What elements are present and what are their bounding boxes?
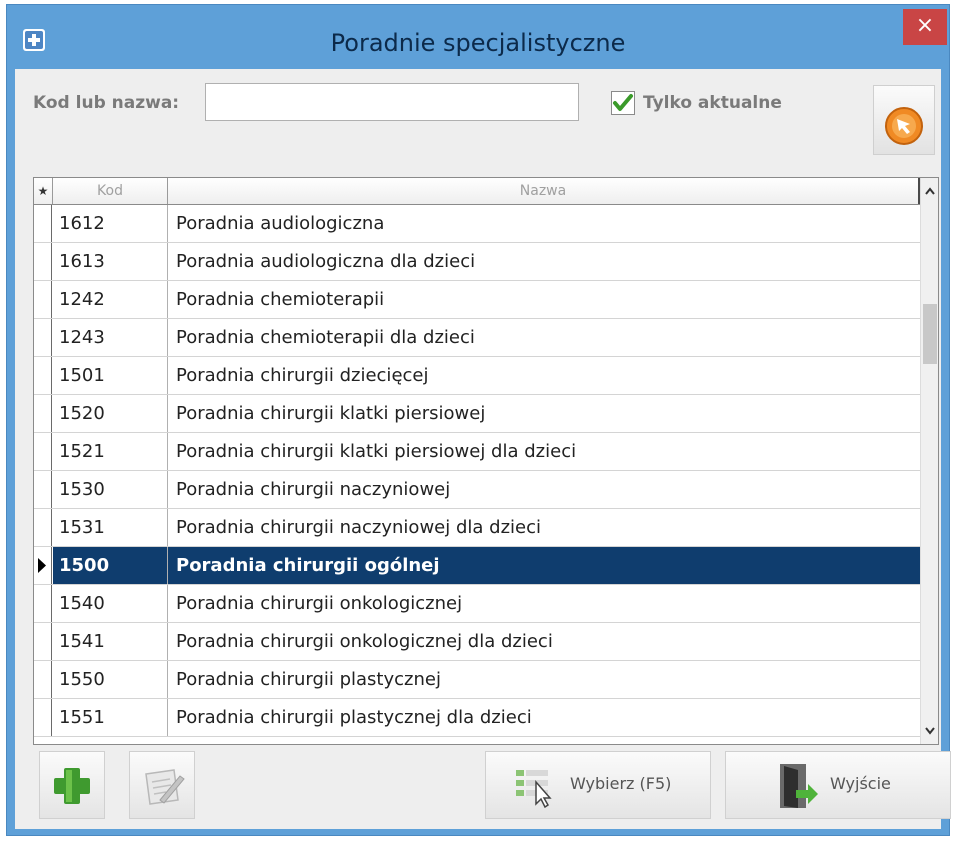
search-input[interactable] bbox=[205, 83, 579, 121]
cell-kod: 1551 bbox=[53, 699, 168, 736]
table-row[interactable]: 1551 Poradnia chirurgii plastycznej dla … bbox=[34, 699, 920, 737]
select-list-icon bbox=[516, 770, 552, 808]
scroll-thumb[interactable] bbox=[923, 304, 937, 364]
edit-button[interactable] bbox=[129, 751, 195, 819]
cell-nazwa: Poradnia chemioterapii bbox=[176, 289, 385, 310]
cell-kod: 1612 bbox=[53, 205, 168, 242]
row-indicator bbox=[34, 319, 52, 356]
cell-nazwa: Poradnia chemioterapii dla dzieci bbox=[176, 327, 475, 348]
cell-kod: 1243 bbox=[53, 319, 168, 356]
table-row-selected[interactable]: 1500 Poradnia chirurgii ogólnej bbox=[34, 547, 920, 585]
orange-cursor-icon bbox=[885, 107, 923, 145]
table-row[interactable]: 1613 Poradnia audiologiczna dla dzieci bbox=[34, 243, 920, 281]
cell-nazwa: Poradnia chirurgii plastycznej bbox=[176, 669, 441, 690]
cell-nazwa: Poradnia chirurgii onkologicznej dla dzi… bbox=[176, 631, 553, 652]
scroll-up-button[interactable] bbox=[921, 178, 938, 204]
cell-nazwa: Poradnia chirurgii plastycznej dla dziec… bbox=[176, 707, 532, 728]
cell-nazwa: Poradnia audiologiczna dla dzieci bbox=[176, 251, 476, 272]
column-header-kod[interactable]: Kod bbox=[53, 178, 168, 204]
dialog-body: Kod lub nazwa: Tylko aktualne ★ Kod Nazw… bbox=[15, 69, 951, 829]
table-row[interactable]: 1520 Poradnia chirurgii klatki piersiowe… bbox=[34, 395, 920, 433]
cell-nazwa: Poradnia chirurgii ogólnej bbox=[168, 547, 920, 584]
row-indicator bbox=[34, 243, 52, 280]
table-row[interactable]: 1531 Poradnia chirurgii naczyniowej dla … bbox=[34, 509, 920, 547]
checkmark-icon bbox=[613, 94, 633, 111]
chevron-down-icon bbox=[925, 727, 935, 735]
exit-button-label: Wyjście bbox=[830, 774, 891, 793]
table-row[interactable]: 1521 Poradnia chirurgii klatki piersiowe… bbox=[34, 433, 920, 471]
row-indicator bbox=[34, 433, 52, 470]
vertical-scrollbar[interactable] bbox=[920, 178, 938, 744]
column-header-nazwa[interactable]: Nazwa bbox=[168, 178, 920, 204]
select-button[interactable]: Wybierz (F5) bbox=[485, 751, 711, 819]
header-star: ★ bbox=[34, 178, 53, 204]
cell-nazwa: Poradnia chirurgii naczyniowej bbox=[176, 479, 451, 500]
window-title: Poradnie specjalistyczne bbox=[330, 29, 626, 57]
table-row[interactable]: 1242 Poradnia chemioterapii bbox=[34, 281, 920, 319]
row-indicator bbox=[34, 205, 52, 242]
cell-kod: 1531 bbox=[53, 509, 168, 546]
close-icon: × bbox=[915, 13, 935, 38]
table-row[interactable]: 1243 Poradnia chemioterapii dla dzieci bbox=[34, 319, 920, 357]
row-indicator bbox=[34, 661, 52, 698]
cell-nazwa: Poradnia audiologiczna bbox=[176, 213, 385, 234]
row-indicator bbox=[34, 395, 52, 432]
cell-nazwa: Poradnia chirurgii onkologicznej bbox=[176, 593, 463, 614]
row-indicator bbox=[34, 699, 52, 736]
scroll-down-button[interactable] bbox=[921, 718, 938, 744]
select-button-label: Wybierz (F5) bbox=[570, 774, 672, 793]
cell-kod: 1541 bbox=[53, 623, 168, 660]
only-current-checkbox[interactable] bbox=[611, 91, 635, 115]
cell-kod: 1530 bbox=[53, 471, 168, 508]
table-row[interactable]: 1550 Poradnia chirurgii plastycznej bbox=[34, 661, 920, 699]
row-indicator bbox=[34, 547, 52, 584]
row-indicator bbox=[34, 509, 52, 546]
exit-door-icon bbox=[780, 764, 818, 808]
current-row-arrow-icon bbox=[38, 558, 46, 573]
row-indicator bbox=[34, 471, 52, 508]
exit-button[interactable]: Wyjście bbox=[725, 751, 951, 819]
table-row[interactable]: 1501 Poradnia chirurgii dziecięcej bbox=[34, 357, 920, 395]
green-plus-icon bbox=[54, 768, 90, 804]
cell-kod: 1500 bbox=[53, 547, 168, 584]
cell-nazwa: Poradnia chirurgii dziecięcej bbox=[176, 365, 429, 386]
cell-kod: 1242 bbox=[53, 281, 168, 318]
row-indicator bbox=[34, 281, 52, 318]
only-current-label: Tylko aktualne bbox=[643, 93, 782, 113]
close-button[interactable]: × bbox=[903, 9, 947, 45]
edit-document-icon bbox=[145, 769, 185, 805]
row-indicator bbox=[34, 623, 52, 660]
cell-kod: 1540 bbox=[53, 585, 168, 622]
dialog-window: Poradnie specjalistyczne × Kod lub nazwa… bbox=[6, 4, 951, 836]
title-bar: Poradnie specjalistyczne × bbox=[7, 5, 949, 73]
search-action-button[interactable] bbox=[873, 85, 935, 155]
search-label: Kod lub nazwa: bbox=[33, 93, 180, 113]
chevron-up-icon bbox=[925, 187, 935, 195]
cell-kod: 1613 bbox=[53, 243, 168, 280]
cell-kod: 1501 bbox=[53, 357, 168, 394]
cell-kod: 1520 bbox=[53, 395, 168, 432]
add-button[interactable] bbox=[39, 751, 105, 819]
cell-nazwa: Poradnia chirurgii klatki piersiowej bbox=[176, 403, 486, 424]
clinics-table: ★ Kod Nazwa 1612 Poradnia audiologiczna … bbox=[33, 177, 939, 745]
cell-kod: 1521 bbox=[53, 433, 168, 470]
cell-nazwa: Poradnia chirurgii naczyniowej dla dziec… bbox=[176, 517, 541, 538]
table-row[interactable]: 1612 Poradnia audiologiczna bbox=[34, 205, 920, 243]
table-row[interactable]: 1530 Poradnia chirurgii naczyniowej bbox=[34, 471, 920, 509]
row-indicator bbox=[34, 357, 52, 394]
table-row[interactable]: 1540 Poradnia chirurgii onkologicznej bbox=[34, 585, 920, 623]
table-row[interactable]: 1541 Poradnia chirurgii onkologicznej dl… bbox=[34, 623, 920, 661]
cell-nazwa: Poradnia chirurgii klatki piersiowej dla… bbox=[176, 441, 577, 462]
row-indicator bbox=[34, 585, 52, 622]
table-header: ★ Kod Nazwa bbox=[34, 178, 920, 205]
cell-kod: 1550 bbox=[53, 661, 168, 698]
